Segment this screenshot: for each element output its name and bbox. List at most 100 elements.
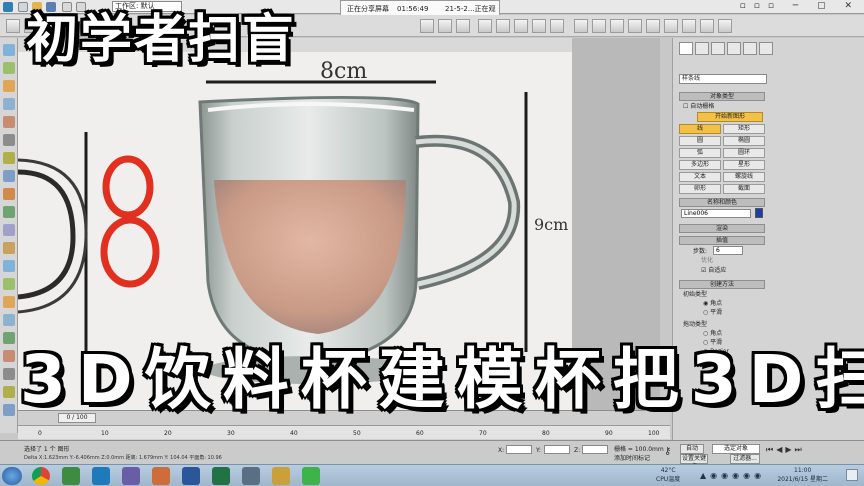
shape-button-donut[interactable]: 圆环 — [723, 148, 765, 158]
tool-icon-9[interactable] — [3, 188, 15, 200]
shape-button-arc[interactable]: 弧 — [679, 148, 721, 158]
shape-button-rectangle[interactable]: 矩形 — [723, 124, 765, 134]
tool-icon-16[interactable] — [3, 314, 15, 326]
modify-tab[interactable] — [695, 42, 709, 55]
mirror-button[interactable] — [592, 19, 606, 33]
create-tab[interactable] — [679, 42, 693, 55]
wechat-taskbar-icon[interactable] — [302, 467, 320, 485]
shape-button-helix[interactable]: 螺旋线 — [723, 172, 765, 182]
word-taskbar-icon[interactable] — [182, 467, 200, 485]
z-coordinate-field[interactable] — [582, 445, 608, 454]
initial-corner-radio[interactable]: ◉ 角点 — [703, 300, 722, 307]
app-taskbar-icon-5[interactable] — [152, 467, 170, 485]
initial-smooth-radio[interactable]: ○ 平滑 — [703, 309, 722, 316]
render-button[interactable] — [718, 19, 732, 33]
name-color-rollout[interactable]: 名称和颜色 — [679, 198, 765, 207]
tool-icon-11[interactable] — [3, 224, 15, 236]
x-coordinate-field[interactable] — [506, 445, 532, 454]
tool-icon-21[interactable] — [3, 404, 15, 416]
undo-button[interactable] — [6, 19, 20, 33]
align-button[interactable] — [610, 19, 624, 33]
rendering-rollout[interactable]: 渲染 — [679, 224, 765, 233]
tool-icon-13[interactable] — [3, 260, 15, 272]
app-taskbar-icon-3[interactable] — [92, 467, 110, 485]
shape-button-text[interactable]: 文本 — [679, 172, 721, 182]
app-logo-icon[interactable] — [3, 2, 13, 12]
tool-icon-1[interactable] — [3, 44, 15, 56]
track-bar[interactable]: 0 10 20 30 40 50 60 70 80 90 100 — [18, 425, 670, 439]
object-name-field[interactable]: Line006 — [681, 209, 751, 218]
tool-icon-3[interactable] — [3, 80, 15, 92]
auto-key-button[interactable]: 自动 — [680, 444, 704, 454]
tool-icon-4[interactable] — [3, 98, 15, 110]
creation-method-rollout[interactable]: 创建方法 — [679, 280, 765, 289]
shape-button-ellipse[interactable]: 椭圆 — [723, 136, 765, 146]
scale-button[interactable] — [550, 19, 564, 33]
key-filters-button[interactable]: 过滤器... — [730, 454, 760, 464]
browser-taskbar-icon[interactable] — [62, 467, 80, 485]
y-coordinate-field[interactable] — [544, 445, 570, 454]
interpolation-rollout[interactable]: 插值 — [679, 236, 765, 245]
chrome-taskbar-icon[interactable] — [32, 467, 50, 485]
excel-taskbar-icon[interactable] — [212, 467, 230, 485]
tool-icon-14[interactable] — [3, 278, 15, 290]
move-button[interactable] — [514, 19, 528, 33]
tool-icon-18[interactable] — [3, 350, 15, 362]
bind-button[interactable] — [456, 19, 470, 33]
hierarchy-tab[interactable] — [711, 42, 725, 55]
key-filter-dropdown[interactable]: 选定对象 — [712, 444, 760, 454]
window-controls[interactable]: ▫▫▫ ─ ▢ ✕ — [740, 1, 860, 11]
tool-icon-7[interactable] — [3, 152, 15, 164]
layer-button[interactable] — [628, 19, 642, 33]
snap-button[interactable] — [574, 19, 588, 33]
tool-icon-12[interactable] — [3, 242, 15, 254]
set-key-button[interactable]: 设置关键点 — [680, 454, 708, 470]
shape-button-star[interactable]: 星形 — [723, 160, 765, 170]
tool-icon-20[interactable] — [3, 386, 15, 398]
steps-spinner[interactable]: 6 — [713, 246, 743, 255]
notification-icon[interactable] — [846, 469, 858, 481]
tool-icon-10[interactable] — [3, 206, 15, 218]
tool-icon-15[interactable] — [3, 296, 15, 308]
link-button[interactable] — [420, 19, 434, 33]
screen-share-bar[interactable]: 正在分享屏幕 01:56:49 21-5-2...正在观看 — [340, 0, 500, 27]
tool-icon-2[interactable] — [3, 62, 15, 74]
tool-icon-19[interactable] — [3, 368, 15, 380]
optimize-checkbox[interactable]: 优化 — [701, 257, 713, 264]
object-type-rollout[interactable]: 对象类型 — [679, 92, 765, 101]
start-new-shape-button[interactable]: 开始新图形 — [697, 112, 763, 122]
system-tray-icons[interactable]: ▲◉◉◉◉◉ — [700, 471, 765, 480]
material-editor-button[interactable] — [664, 19, 678, 33]
unlink-button[interactable] — [438, 19, 452, 33]
playback-controls[interactable]: ⏮◀▶⏭ — [766, 445, 805, 455]
rotate-button[interactable] — [532, 19, 546, 33]
tool-icon-8[interactable] — [3, 170, 15, 182]
app-taskbar-icon-8[interactable] — [242, 467, 260, 485]
key-icon[interactable]: ⚷ — [664, 446, 671, 457]
tool-icon-17[interactable] — [3, 332, 15, 344]
drag-corner-radio[interactable]: ○ 角点 — [703, 330, 722, 337]
object-color-swatch[interactable] — [755, 208, 763, 218]
tool-icon-6[interactable] — [3, 134, 15, 146]
motion-tab[interactable] — [727, 42, 741, 55]
render-frame-button[interactable] — [700, 19, 714, 33]
shape-button-circle[interactable]: 圆 — [679, 136, 721, 146]
start-button[interactable] — [2, 467, 22, 485]
adaptive-checkbox[interactable]: ☑ 自适应 — [701, 267, 726, 274]
autogrid-checkbox[interactable]: ☐ 自动栅格 — [683, 103, 714, 110]
app-taskbar-icon-4[interactable] — [122, 467, 140, 485]
select-by-name-button[interactable] — [496, 19, 510, 33]
curve-editor-button[interactable] — [646, 19, 660, 33]
shape-button-line[interactable]: 线 — [679, 124, 721, 134]
shape-button-ngon[interactable]: 多边形 — [679, 160, 721, 170]
display-tab[interactable] — [743, 42, 757, 55]
shape-button-egg[interactable]: 卵形 — [679, 184, 721, 194]
category-dropdown[interactable]: 样条线 — [679, 74, 767, 84]
select-button[interactable] — [478, 19, 492, 33]
clock[interactable]: 11:00 2021/6/15 星期二 — [777, 466, 828, 484]
tool-icon-5[interactable] — [3, 116, 15, 128]
3dsmax-taskbar-icon[interactable] — [272, 467, 290, 485]
utilities-tab[interactable] — [759, 42, 773, 55]
render-setup-button[interactable] — [682, 19, 696, 33]
shape-button-section[interactable]: 截面 — [723, 184, 765, 194]
